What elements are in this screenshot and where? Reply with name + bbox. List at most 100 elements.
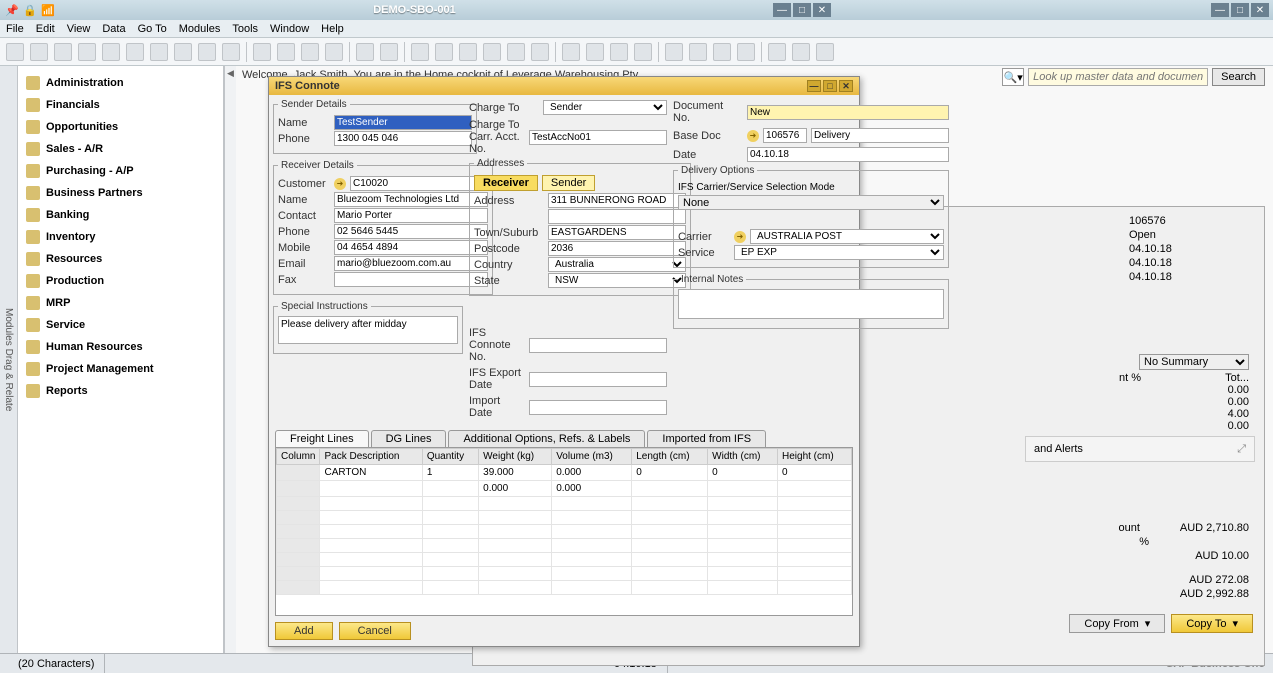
grid-row[interactable] <box>277 581 852 595</box>
tab-additional[interactable]: Additional Options, Refs. & Labels <box>448 430 645 447</box>
internal-notes-input[interactable] <box>678 289 944 319</box>
nav-mrp[interactable]: MRP <box>18 292 223 314</box>
search-button[interactable]: Search <box>1212 68 1265 86</box>
tb-payment-icon[interactable] <box>483 43 501 61</box>
tb-fax-icon[interactable] <box>102 43 120 61</box>
tb-settings-icon[interactable] <box>610 43 628 61</box>
tab-imported[interactable]: Imported from IFS <box>647 430 766 447</box>
tb-last-icon[interactable] <box>325 43 343 61</box>
tb-email-icon[interactable] <box>54 43 72 61</box>
addr-tab-sender[interactable]: Sender <box>542 175 595 191</box>
sidebar-tabs[interactable]: Modules Drag & Relate <box>0 66 18 653</box>
town-input[interactable] <box>548 225 686 240</box>
summary-select[interactable]: No Summary <box>1139 354 1249 370</box>
nav-opportunities[interactable]: Opportunities <box>18 116 223 138</box>
date-input[interactable] <box>747 147 949 162</box>
grid-row[interactable] <box>277 553 852 567</box>
grid-row[interactable] <box>277 497 852 511</box>
sender-name-input[interactable] <box>334 115 472 130</box>
menu-edit[interactable]: Edit <box>36 23 55 35</box>
nav-inventory[interactable]: Inventory <box>18 226 223 248</box>
tb-workflow-icon[interactable] <box>713 43 731 61</box>
service-select[interactable]: EP EXP <box>734 245 944 260</box>
sender-phone-input[interactable] <box>334 131 472 146</box>
basedoc-type-input[interactable] <box>811 128 949 143</box>
nav-banking[interactable]: Banking <box>18 204 223 226</box>
fax-input[interactable] <box>334 272 488 287</box>
search-scope-icon[interactable]: 🔍▾ <box>1002 68 1024 86</box>
country-select[interactable]: Australia <box>548 257 686 272</box>
menu-data[interactable]: Data <box>102 23 125 35</box>
tb-print-icon[interactable] <box>30 43 48 61</box>
inner-close-icon[interactable]: ✕ <box>813 3 831 17</box>
tb-first-icon[interactable] <box>253 43 271 61</box>
grid-row[interactable]: 0.000 0.000 <box>277 481 852 497</box>
dialog-min-icon[interactable]: — <box>807 80 821 92</box>
alerts-expand-icon[interactable]: ⤢ <box>1237 443 1246 456</box>
tb-translate-icon[interactable] <box>634 43 652 61</box>
tb-journal-icon[interactable] <box>459 43 477 61</box>
nav-reports[interactable]: Reports <box>18 380 223 402</box>
cancel-button[interactable]: Cancel <box>339 622 411 640</box>
dialog-close-icon[interactable]: ✕ <box>839 80 853 92</box>
basedoc-link-icon[interactable]: ➜ <box>747 130 759 142</box>
tb-next-icon[interactable] <box>301 43 319 61</box>
search-input[interactable] <box>1028 68 1208 86</box>
nav-service[interactable]: Service <box>18 314 223 336</box>
customer-input[interactable] <box>350 176 488 191</box>
nav-project[interactable]: Project Management <box>18 358 223 380</box>
menu-help[interactable]: Help <box>321 23 344 35</box>
dialog-titlebar[interactable]: IFS Connote — □ ✕ <box>269 77 859 95</box>
ifs-connote-input[interactable] <box>529 338 667 353</box>
grid-row[interactable] <box>277 525 852 539</box>
menu-tools[interactable]: Tools <box>232 23 258 35</box>
menu-view[interactable]: View <box>67 23 91 35</box>
tb-gross-icon[interactable] <box>507 43 525 61</box>
copy-from-button[interactable]: Copy From▾ <box>1069 614 1165 633</box>
tb-context-icon[interactable] <box>792 43 810 61</box>
menu-goto[interactable]: Go To <box>138 23 167 35</box>
tb-base-icon[interactable] <box>411 43 429 61</box>
grid-row[interactable] <box>277 511 852 525</box>
mobile-input[interactable] <box>334 240 488 255</box>
app-pin-icon[interactable]: 📌 <box>4 3 20 17</box>
email-input[interactable] <box>334 256 488 271</box>
grid-row[interactable] <box>277 567 852 581</box>
menu-modules[interactable]: Modules <box>179 23 221 35</box>
tb-sms-icon[interactable] <box>78 43 96 61</box>
nav-production[interactable]: Production <box>18 270 223 292</box>
tb-messages-icon[interactable] <box>816 43 834 61</box>
tb-preview-icon[interactable] <box>6 43 24 61</box>
dialog-max-icon[interactable]: □ <box>823 80 837 92</box>
app-signal-icon[interactable]: 📶 <box>40 3 56 17</box>
address2-input[interactable] <box>548 209 686 224</box>
receiver-phone-input[interactable] <box>334 224 488 239</box>
tb-word-icon[interactable] <box>150 43 168 61</box>
customer-link-icon[interactable]: ➜ <box>334 178 346 190</box>
tb-filter-icon[interactable] <box>356 43 374 61</box>
inner-min-icon[interactable]: — <box>773 3 791 17</box>
carrier-link-icon[interactable]: ➜ <box>734 231 746 243</box>
nav-purchasing[interactable]: Purchasing - A/P <box>18 160 223 182</box>
selection-mode-select[interactable]: None <box>678 195 944 210</box>
tb-prev-icon[interactable] <box>277 43 295 61</box>
tb-alert-icon[interactable] <box>689 43 707 61</box>
state-select[interactable]: NSW <box>548 273 686 288</box>
app-lock-icon[interactable]: 🔒 <box>22 3 38 17</box>
nav-bp[interactable]: Business Partners <box>18 182 223 204</box>
grid-row[interactable] <box>277 539 852 553</box>
copy-to-button[interactable]: Copy To▾ <box>1171 614 1253 633</box>
tb-help-icon[interactable] <box>768 43 786 61</box>
tb-find-icon[interactable] <box>222 43 240 61</box>
tb-calendar-icon[interactable] <box>737 43 755 61</box>
grid-row[interactable]: CARTON 1 39.000 0.000 0 0 0 <box>277 465 852 481</box>
import-date-input[interactable] <box>529 400 667 415</box>
outer-max-icon[interactable]: □ <box>1231 3 1249 17</box>
menu-file[interactable]: File <box>6 23 24 35</box>
tb-form-icon[interactable] <box>586 43 604 61</box>
tab-freight-lines[interactable]: Freight Lines <box>275 430 369 447</box>
tb-excel-icon[interactable] <box>126 43 144 61</box>
outer-close-icon[interactable]: ✕ <box>1251 3 1269 17</box>
outer-min-icon[interactable]: — <box>1211 3 1229 17</box>
tb-query-icon[interactable] <box>665 43 683 61</box>
